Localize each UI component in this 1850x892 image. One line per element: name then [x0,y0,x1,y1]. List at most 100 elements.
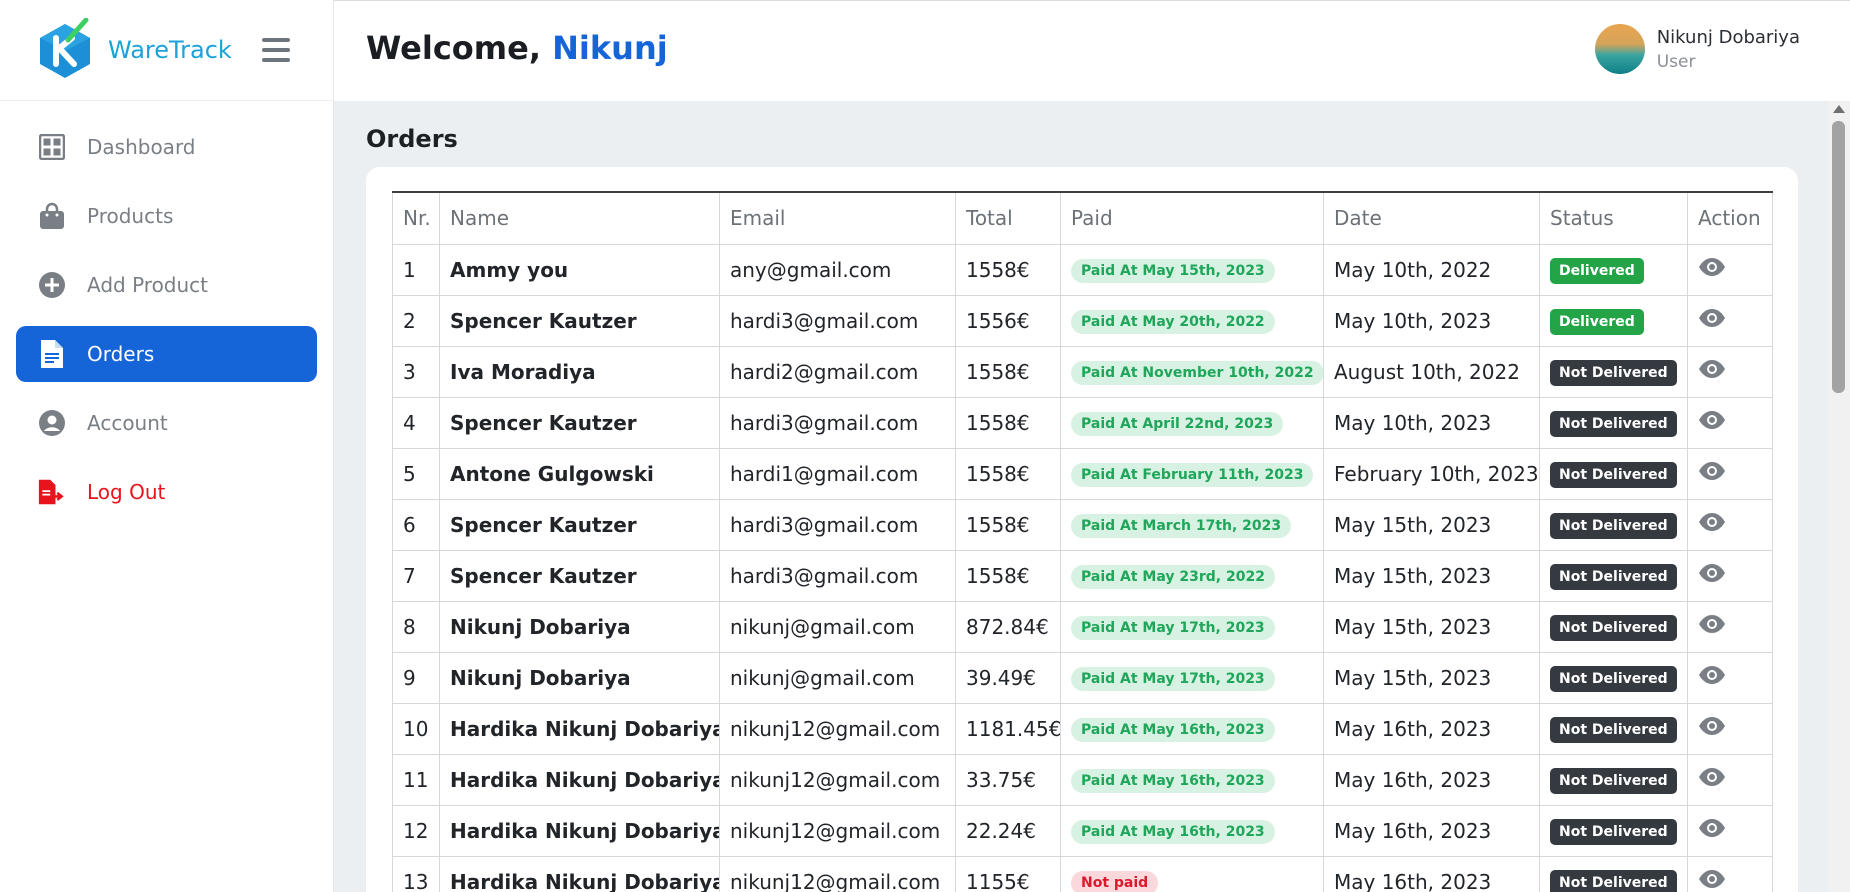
cell-date: August 10th, 2022 [1323,345,1540,398]
column-header-status[interactable]: Status [1539,191,1688,245]
status-badge: Not Delivered [1550,869,1677,892]
user-name: Nikunj Dobariya [1656,26,1800,48]
status-badge: Not Delivered [1550,614,1677,641]
column-header-total[interactable]: Total [955,191,1061,245]
view-order-eye-icon[interactable] [1698,716,1726,736]
cell-paid: Paid At May 15th, 2023 [1060,243,1324,296]
cell-email: nikunj12@gmail.com [719,855,956,892]
column-header-name[interactable]: Name [439,191,720,245]
cell-email: hardi2@gmail.com [719,345,956,398]
main-content: Orders Nr. Name Email Total Paid Date St… [334,101,1828,892]
view-order-eye-icon[interactable] [1698,563,1726,583]
cell-status: Delivered [1539,294,1688,347]
paid-badge: Paid At April 22nd, 2023 [1071,412,1284,436]
cell-action [1687,549,1773,602]
cell-date: May 16th, 2023 [1323,753,1540,806]
cell-status: Delivered [1539,243,1688,296]
view-order-eye-icon[interactable] [1698,410,1726,430]
view-order-eye-icon[interactable] [1698,257,1726,277]
view-order-eye-icon[interactable] [1698,308,1726,328]
cell-nr: 9 [392,651,440,704]
page-scrollbar[interactable] [1828,101,1850,892]
cell-action [1687,243,1773,296]
cell-total: 1558€ [955,345,1061,398]
cell-paid: Paid At May 20th, 2022 [1060,294,1324,347]
sidebar-item-account[interactable]: Account [16,395,317,451]
cell-nr: 12 [392,804,440,857]
view-order-eye-icon[interactable] [1698,869,1726,889]
cell-action [1687,447,1773,500]
column-header-date[interactable]: Date [1323,191,1540,245]
table-row: 12 Hardika Nikunj Dobariya nikunj12@gmail.… [392,804,1773,857]
sidebar-item-add-product[interactable]: Add Product [16,257,317,313]
brand: WareTrack [0,0,333,101]
cell-status: Not Delivered [1539,702,1688,755]
view-order-eye-icon[interactable] [1698,767,1726,787]
cell-status: Not Delivered [1539,345,1688,398]
cell-email: any@gmail.com [719,243,956,296]
cell-name: Spencer Kautzer [439,294,720,347]
scrollbar-thumb[interactable] [1832,121,1845,393]
column-header-nr[interactable]: Nr. [392,191,440,245]
sidebar-item-label: Account [87,411,168,435]
cell-total: 1558€ [955,498,1061,551]
cell-status: Not Delivered [1539,804,1688,857]
view-order-eye-icon[interactable] [1698,665,1726,685]
paid-badge: Paid At May 16th, 2023 [1071,769,1275,793]
sidebar-menu: Dashboard Products Add Product Orders Ac… [0,101,333,520]
view-order-eye-icon[interactable] [1698,359,1726,379]
view-order-eye-icon[interactable] [1698,614,1726,634]
cell-nr: 7 [392,549,440,602]
cell-action [1687,855,1773,892]
cell-name: Hardika Nikunj Dobariya [439,804,720,857]
status-badge: Not Delivered [1550,461,1677,488]
cell-paid: Paid At April 22nd, 2023 [1060,396,1324,449]
menu-toggle-icon[interactable] [261,38,290,62]
sidebar: WareTrack Dashboard Products Add Product [0,0,334,892]
cell-date: May 15th, 2023 [1323,549,1540,602]
cell-total: 1155€ [955,855,1061,892]
sidebar-item-dashboard[interactable]: Dashboard [16,119,317,175]
cell-nr: 1 [392,243,440,296]
waretrack-logo [40,18,90,78]
paid-badge: Paid At May 17th, 2023 [1071,616,1275,640]
view-order-eye-icon[interactable] [1698,818,1726,838]
cell-total: 872.84€ [955,600,1061,653]
table-row: 8 Nikunj Dobariya nikunj@gmail.com 872.84€ P… [392,600,1773,653]
cell-status: Not Delivered [1539,396,1688,449]
cell-date: May 15th, 2023 [1323,600,1540,653]
table-row: 7 Spencer Kautzer hardi3@gmail.com 1558€ Pai… [392,549,1773,602]
table-row: 3 Iva Moradiya hardi2@gmail.com 1558€ Paid A… [392,345,1773,398]
column-header-email[interactable]: Email [719,191,956,245]
cell-date: May 16th, 2023 [1323,804,1540,857]
sidebar-item-products[interactable]: Products [16,188,317,244]
sidebar-item-label: Products [87,204,174,228]
paid-badge: Paid At May 23rd, 2022 [1071,565,1275,589]
welcome-heading: Welcome, Nikunj [366,29,668,67]
user-profile[interactable]: Nikunj Dobariya User [1594,24,1800,74]
cell-date: May 10th, 2022 [1323,243,1540,296]
scroll-up-arrow-icon[interactable] [1833,105,1845,113]
table-header-row: Nr. Name Email Total Paid Date Status Ac… [392,191,1773,245]
sidebar-item-orders[interactable]: Orders [16,326,317,382]
cell-name: Spencer Kautzer [439,396,720,449]
cell-action [1687,702,1773,755]
paid-badge: Paid At May 16th, 2023 [1071,820,1275,844]
cell-total: 1558€ [955,447,1061,500]
cell-total: 1556€ [955,294,1061,347]
cell-name: Spencer Kautzer [439,549,720,602]
view-order-eye-icon[interactable] [1698,461,1726,481]
column-header-paid[interactable]: Paid [1060,191,1324,245]
sidebar-item-logout[interactable]: Log Out [16,464,317,520]
avatar[interactable] [1594,24,1645,74]
table-row: 10 Hardika Nikunj Dobariya nikunj12@gmail.… [392,702,1773,755]
user-role: User [1656,51,1696,72]
cell-date: May 16th, 2023 [1323,702,1540,755]
paid-badge: Paid At November 10th, 2022 [1071,361,1323,385]
view-order-eye-icon[interactable] [1698,512,1726,532]
table-row: 6 Spencer Kautzer hardi3@gmail.com 1558€ Pai… [392,498,1773,551]
cell-action [1687,294,1773,347]
welcome-user-name: Nikunj [552,29,668,67]
cell-name: Spencer Kautzer [439,498,720,551]
cell-total: 1558€ [955,243,1061,296]
